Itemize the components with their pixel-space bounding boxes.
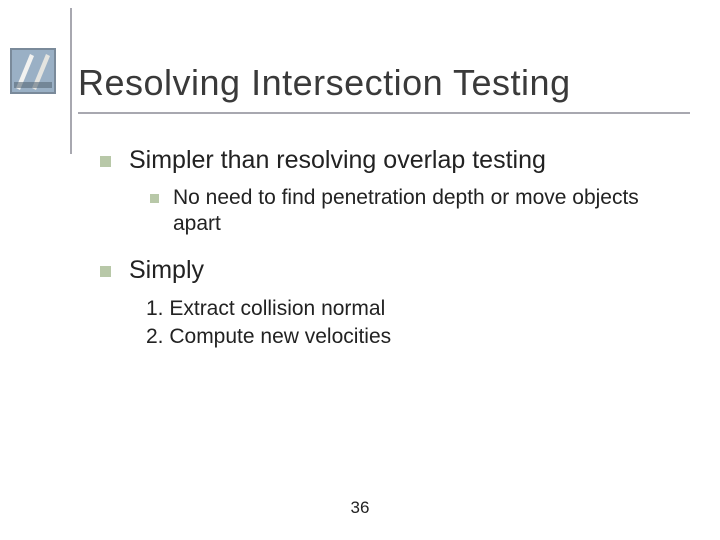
square-bullet-icon [150,194,159,203]
bullet-level2: No need to find penetration depth or mov… [150,185,690,238]
page-number: 36 [0,498,720,518]
bullet-text: Simpler than resolving overlap testing [129,146,546,175]
bullet-text: No need to find penetration depth or mov… [173,185,690,238]
slide-body: Simpler than resolving overlap testing N… [100,146,690,351]
slide-title: Resolving Intersection Testing [78,62,571,104]
gdc-logo-icon [10,48,56,94]
numbered-item: 1. Extract collision normal [146,295,690,323]
square-bullet-icon [100,156,111,167]
square-bullet-icon [100,266,111,277]
bullet-text: Simply [129,256,204,285]
numbered-item: 2. Compute new velocities [146,323,690,351]
bullet-level1: Simpler than resolving overlap testing [100,146,690,175]
numbered-list: 1. Extract collision normal 2. Compute n… [146,295,690,352]
horizontal-rule [78,112,690,114]
bullet-level1: Simply [100,256,690,285]
vertical-rule [70,8,72,154]
